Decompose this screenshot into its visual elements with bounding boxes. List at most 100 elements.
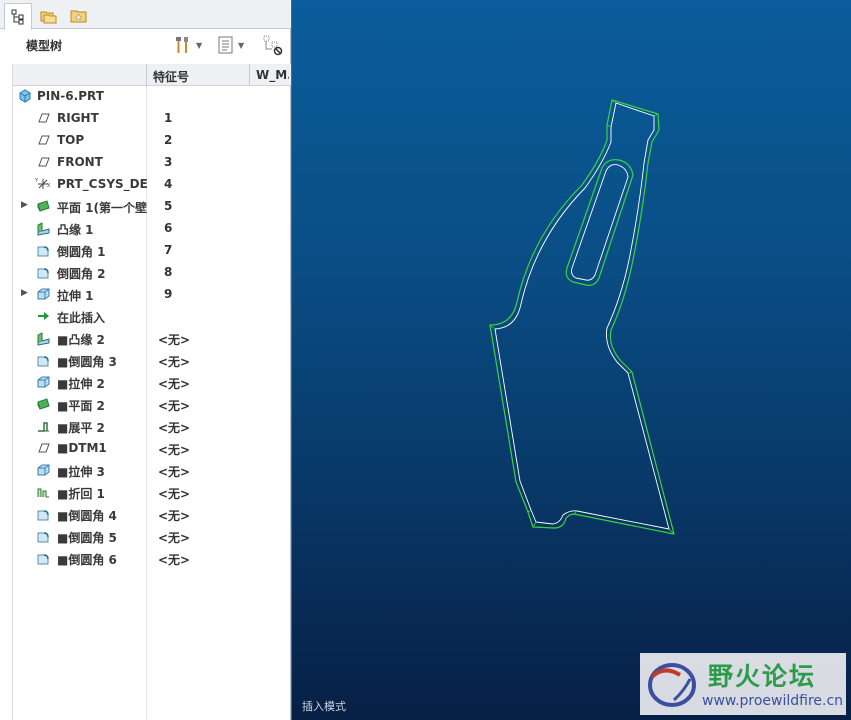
forum-watermark: 野火论坛 www.proewildfire.cn — [640, 653, 846, 715]
column-header-third[interactable]: W_M... — [256, 68, 289, 82]
round-icon — [35, 264, 51, 280]
feature-number: <无> — [158, 421, 191, 435]
feature-number: 7 — [164, 243, 173, 257]
round-icon — [35, 352, 51, 368]
tools-icon — [176, 37, 188, 53]
tree-rows: PIN-6.PRT RIGHT 1 TOP 2 FRONT 3 Y X PRT_CSYS_DEF… — [1, 85, 291, 569]
flange-icon — [35, 220, 51, 236]
list-settings-icon — [218, 36, 233, 54]
model-tree-toolbar: 模型树 ▼ ▼ — [6, 30, 290, 60]
tree-item-label: 凸缘 1 — [57, 223, 94, 237]
sheetmetal-wall-icon — [35, 198, 51, 214]
tree-row[interactable]: ■倒圆角 3 <无> — [1, 349, 291, 371]
favorites-tab[interactable] — [65, 3, 93, 29]
tree-row[interactable]: ■DTM1 <无> — [1, 437, 291, 459]
tree-item-label: RIGHT — [57, 111, 99, 125]
tree-row[interactable]: ■倒圆角 4 <无> — [1, 503, 291, 525]
status-mode-text: 插入模式 — [302, 700, 346, 713]
tree-item-label: ■DTM1 — [57, 441, 107, 455]
datum-plane-icon — [35, 110, 51, 126]
tree-row[interactable]: ■凸缘 2 <无> — [1, 327, 291, 349]
feature-number: 1 — [164, 111, 173, 125]
tree-row[interactable]: ■倒圆角 6 <无> — [1, 547, 291, 569]
feature-number: 4 — [164, 177, 173, 191]
column-divider[interactable] — [146, 64, 147, 86]
model-tree: 特征号 W_M... PIN-6.PRT RIGHT1TOP2FRONT3YXP… — [12, 64, 291, 720]
datum-plane-icon — [35, 154, 51, 170]
model-inner-edge — [494, 102, 670, 530]
tree-show-button[interactable]: ▼ — [217, 33, 244, 57]
feature-number: <无> — [158, 399, 191, 413]
tree-item-label: ■平面 2 — [57, 399, 105, 413]
tree-root-row[interactable]: PIN-6.PRT — [1, 85, 291, 107]
column-header-feature-number[interactable]: 特征号 — [153, 68, 248, 85]
tree-filter-icon — [263, 35, 283, 56]
tree-row[interactable]: 倒圆角 1 7 — [1, 239, 291, 261]
part-icon — [17, 88, 33, 104]
watermark-url: www.proewildfire.cn — [702, 693, 844, 709]
tree-item-label: 拉伸 1 — [57, 289, 94, 303]
svg-text:X: X — [47, 183, 51, 189]
extrude-icon — [35, 374, 51, 390]
tree-item-label: 在此插入 — [57, 311, 106, 325]
coordinate-system-icon: YX — [34, 176, 51, 192]
feature-number: 2 — [164, 133, 173, 147]
flange-icon — [35, 330, 51, 346]
round-icon — [35, 550, 51, 566]
tree-row[interactable]: ■平面 2 <无> — [1, 393, 291, 415]
forum-logo-icon — [648, 663, 696, 707]
graphics-viewport[interactable]: 插入模式 — [291, 0, 851, 720]
extrude-icon — [35, 286, 51, 302]
tree-row[interactable]: Y X PRT_CSYS_DEF 4 — [1, 173, 291, 195]
folder-browser-tab[interactable] — [35, 3, 63, 29]
insert-here-arrow-icon — [35, 308, 51, 324]
tree-icon — [11, 9, 24, 25]
tree-item-label: ■倒圆角 6 — [57, 553, 117, 567]
feature-number: <无> — [158, 465, 191, 479]
datum-plane-icon — [35, 440, 51, 456]
chevron-down-icon: ▼ — [238, 40, 245, 50]
tree-item-label: 倒圆角 1 — [57, 245, 106, 259]
tree-item-label: ■倒圆角 3 — [57, 355, 117, 369]
tree-row[interactable]: RIGHT 1 — [1, 107, 291, 129]
panel-tab-strip — [0, 0, 291, 30]
model-tree-panel: 模型树 ▼ ▼ 特征号 W_M PIN-6.PRT RIGHT 1 TOP 2 … — [0, 0, 291, 720]
feature-number: 8 — [164, 265, 173, 279]
datum-plane-icon — [35, 132, 51, 148]
tree-item-label: ■凸缘 2 — [57, 333, 105, 347]
tree-row[interactable]: ■倒圆角 5 <无> — [1, 525, 291, 547]
expand-arrow-icon[interactable]: ▶ — [21, 288, 28, 298]
tree-row[interactable]: ■展平 2 <无> — [1, 415, 291, 437]
expand-arrow-icon[interactable]: ▶ — [21, 200, 28, 210]
tree-row[interactable]: 倒圆角 2 8 — [1, 261, 291, 283]
folders-icon — [40, 11, 57, 24]
model-tree-tab[interactable] — [4, 3, 32, 30]
tree-root-label: PIN-6.PRT — [37, 89, 104, 103]
favorites-folder-icon — [70, 10, 87, 23]
round-icon — [35, 506, 51, 522]
tree-row[interactable]: FRONT 3 — [1, 151, 291, 173]
feature-number: <无> — [158, 377, 191, 391]
round-icon — [35, 242, 51, 258]
tree-row[interactable]: 在此插入 — [1, 305, 291, 327]
feature-number: <无> — [158, 487, 191, 501]
sheetmetal-wall-icon — [35, 396, 51, 412]
sheetmetal-model[interactable] — [292, 0, 851, 720]
svg-text:Y: Y — [35, 178, 39, 184]
tree-item-label: PRT_CSYS_DEF — [57, 177, 147, 191]
column-divider[interactable] — [249, 64, 250, 86]
tree-item-label: ■折回 1 — [57, 487, 105, 501]
bend-back-icon — [35, 484, 51, 500]
tree-row[interactable]: ▶ 拉伸 1 9 — [1, 283, 291, 305]
tree-row[interactable]: TOP 2 — [1, 129, 291, 151]
tree-row[interactable]: ■拉伸 2 <无> — [1, 371, 291, 393]
tree-filter-button[interactable] — [262, 33, 284, 57]
tree-item-label: 倒圆角 2 — [57, 267, 106, 281]
tree-row[interactable]: ■折回 1 <无> — [1, 481, 291, 503]
tree-row[interactable]: 凸缘 1 6 — [1, 217, 291, 239]
chevron-down-icon: ▼ — [196, 40, 203, 50]
tree-row[interactable]: ■拉伸 3 <无> — [1, 459, 291, 481]
tree-item-label: FRONT — [57, 155, 103, 169]
tree-row[interactable]: ▶ 平面 1(第一个壁 5 — [1, 195, 291, 217]
tree-settings-button[interactable]: ▼ — [173, 33, 202, 57]
